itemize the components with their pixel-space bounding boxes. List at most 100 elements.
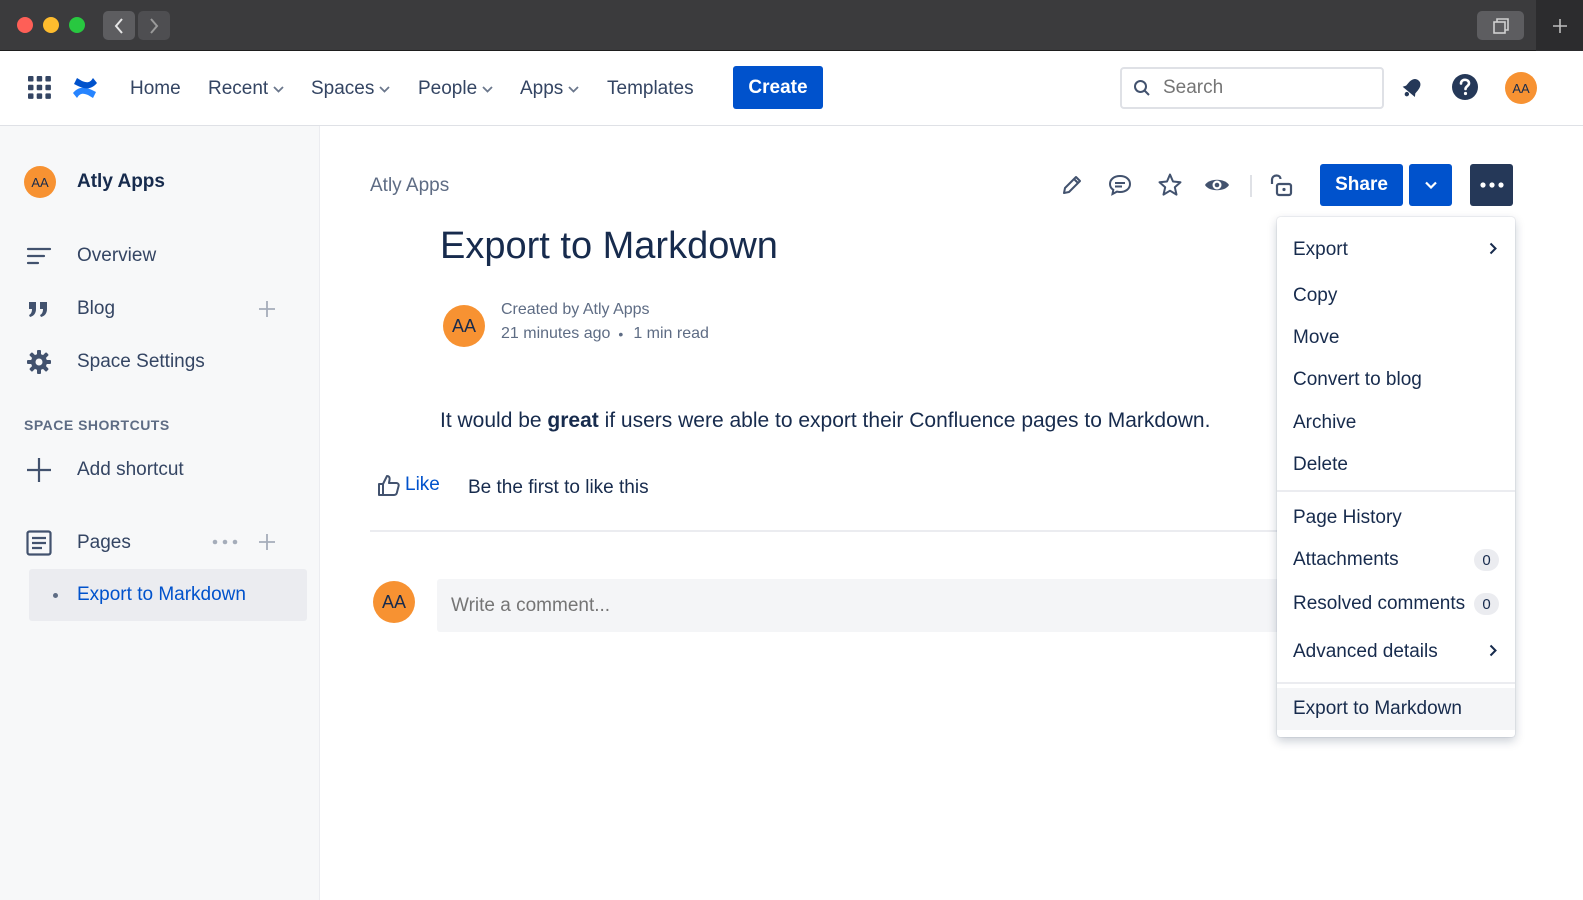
share-dropdown-button[interactable] bbox=[1409, 164, 1452, 206]
menu-item-advanced-details[interactable]: Advanced details bbox=[1277, 632, 1515, 672]
close-window-button[interactable] bbox=[17, 17, 33, 33]
more-options-icon[interactable] bbox=[212, 539, 238, 545]
like-button[interactable]: Like bbox=[377, 473, 440, 497]
author-avatar[interactable]: AA bbox=[443, 305, 485, 347]
page-meta: 21 minutes ago • 1 min read bbox=[501, 325, 709, 343]
space-avatar: AA bbox=[24, 166, 56, 198]
chevron-down-icon bbox=[482, 86, 493, 93]
edit-button[interactable] bbox=[1057, 170, 1087, 200]
tab-overview-button[interactable] bbox=[1477, 11, 1524, 40]
meta-separator: • bbox=[618, 326, 624, 342]
minimize-window-button[interactable] bbox=[43, 17, 59, 33]
nav-templates[interactable]: Templates bbox=[607, 51, 694, 126]
pages-icon bbox=[26, 530, 52, 556]
add-shortcut-item[interactable]: Add shortcut bbox=[24, 455, 184, 485]
add-blog-icon[interactable] bbox=[258, 300, 276, 318]
user-avatar[interactable]: AA bbox=[1505, 72, 1537, 104]
search-icon bbox=[1134, 80, 1150, 96]
space-name: Atly Apps bbox=[77, 171, 165, 192]
sidebar-item-blog[interactable]: Blog bbox=[24, 294, 115, 324]
nav-people[interactable]: People bbox=[418, 51, 493, 126]
breadcrumb[interactable]: Atly Apps bbox=[370, 175, 449, 197]
menu-item-move[interactable]: Move bbox=[1277, 318, 1515, 358]
space-sidebar: AA Atly Apps Overview Blog Space Setting… bbox=[0, 126, 320, 900]
browser-back-button[interactable] bbox=[103, 11, 135, 40]
nav-home[interactable]: Home bbox=[130, 51, 181, 126]
menu-item-delete[interactable]: Delete bbox=[1277, 445, 1515, 485]
confluence-logo-icon[interactable] bbox=[72, 76, 98, 100]
chevron-right-icon bbox=[150, 17, 159, 34]
menu-item-archive[interactable]: Archive bbox=[1277, 403, 1515, 443]
comment-button[interactable] bbox=[1105, 170, 1135, 200]
chevron-right-icon bbox=[1489, 242, 1497, 255]
space-header[interactable]: AA Atly Apps bbox=[24, 166, 165, 198]
quote-icon bbox=[29, 302, 47, 317]
more-icon bbox=[1479, 182, 1504, 188]
app-switcher-icon[interactable] bbox=[28, 76, 51, 99]
help-icon[interactable] bbox=[1451, 73, 1479, 101]
nav-home-label: Home bbox=[130, 77, 181, 99]
bullet bbox=[53, 592, 58, 598]
nav-recent[interactable]: Recent bbox=[208, 51, 284, 126]
like-label: Like bbox=[405, 474, 440, 495]
search-box[interactable] bbox=[1120, 67, 1384, 109]
nav-spaces[interactable]: Spaces bbox=[311, 51, 391, 126]
plus-icon bbox=[1552, 18, 1567, 33]
add-page-icon[interactable] bbox=[258, 533, 276, 551]
pencil-icon bbox=[1063, 176, 1081, 194]
sidebar-item-label: Blog bbox=[77, 298, 116, 319]
page-title: Export to Markdown bbox=[440, 225, 778, 267]
comment-box[interactable] bbox=[437, 579, 1287, 632]
menu-item-export[interactable]: Export bbox=[1277, 230, 1515, 270]
chevron-right-icon bbox=[1489, 644, 1497, 657]
body-text-start: It would be bbox=[440, 409, 548, 432]
time-ago: 21 minutes ago bbox=[501, 325, 611, 342]
read-time: 1 min read bbox=[633, 325, 709, 342]
nav-spaces-label: Spaces bbox=[311, 77, 375, 99]
gear-icon bbox=[27, 350, 51, 374]
browser-titlebar bbox=[0, 0, 1583, 51]
nav-apps[interactable]: Apps bbox=[520, 51, 579, 126]
overview-icon bbox=[26, 247, 52, 265]
create-button[interactable]: Create bbox=[733, 66, 823, 109]
restrictions-button[interactable] bbox=[1266, 170, 1296, 200]
star-button[interactable] bbox=[1155, 170, 1185, 200]
nav-templates-label: Templates bbox=[607, 77, 694, 99]
maximize-window-button[interactable] bbox=[69, 17, 85, 33]
watch-button[interactable] bbox=[1202, 170, 1232, 200]
nav-people-label: People bbox=[418, 77, 478, 99]
menu-item-label: Resolved comments bbox=[1293, 593, 1466, 614]
search-input[interactable] bbox=[1163, 77, 1363, 99]
share-button[interactable]: Share bbox=[1320, 164, 1403, 206]
new-tab-button[interactable] bbox=[1536, 0, 1583, 51]
menu-item-label: Export to Markdown bbox=[1293, 698, 1462, 719]
chevron-down-icon bbox=[379, 86, 391, 93]
notifications-icon[interactable] bbox=[1399, 75, 1425, 101]
menu-item-resolved-comments[interactable]: Resolved comments 0 bbox=[1277, 584, 1515, 624]
menu-item-label: Attachments bbox=[1293, 549, 1399, 570]
sidebar-item-space-settings[interactable]: Space Settings bbox=[24, 347, 205, 377]
nav-recent-label: Recent bbox=[208, 77, 269, 99]
thumbs-up-icon bbox=[378, 475, 400, 496]
chevron-left-icon bbox=[114, 17, 123, 34]
sidebar-item-label: Space Settings bbox=[77, 351, 205, 372]
page-tree-item-label: Export to Markdown bbox=[77, 584, 246, 605]
menu-item-export-to-markdown[interactable]: Export to Markdown bbox=[1277, 688, 1515, 730]
commenter-avatar: AA bbox=[373, 581, 415, 623]
comment-icon bbox=[1108, 174, 1132, 196]
sidebar-item-label: Pages bbox=[77, 532, 131, 553]
sidebar-item-overview[interactable]: Overview bbox=[24, 241, 156, 271]
tabs-icon bbox=[1492, 17, 1509, 34]
chevron-down-icon bbox=[1424, 181, 1437, 189]
comment-input[interactable] bbox=[451, 594, 1151, 617]
sidebar-item-pages[interactable]: Pages bbox=[24, 528, 131, 558]
page-tree-item[interactable]: Export to Markdown bbox=[29, 569, 307, 621]
menu-item-copy[interactable]: Copy bbox=[1277, 276, 1515, 316]
menu-item-label: Page History bbox=[1293, 507, 1402, 528]
menu-item-attachments[interactable]: Attachments 0 bbox=[1277, 540, 1515, 580]
browser-forward-button[interactable] bbox=[138, 11, 170, 40]
more-actions-button[interactable] bbox=[1470, 164, 1513, 206]
menu-item-convert-to-blog[interactable]: Convert to blog bbox=[1277, 360, 1515, 400]
menu-item-page-history[interactable]: Page History bbox=[1277, 498, 1515, 538]
chevron-down-icon bbox=[273, 86, 284, 93]
